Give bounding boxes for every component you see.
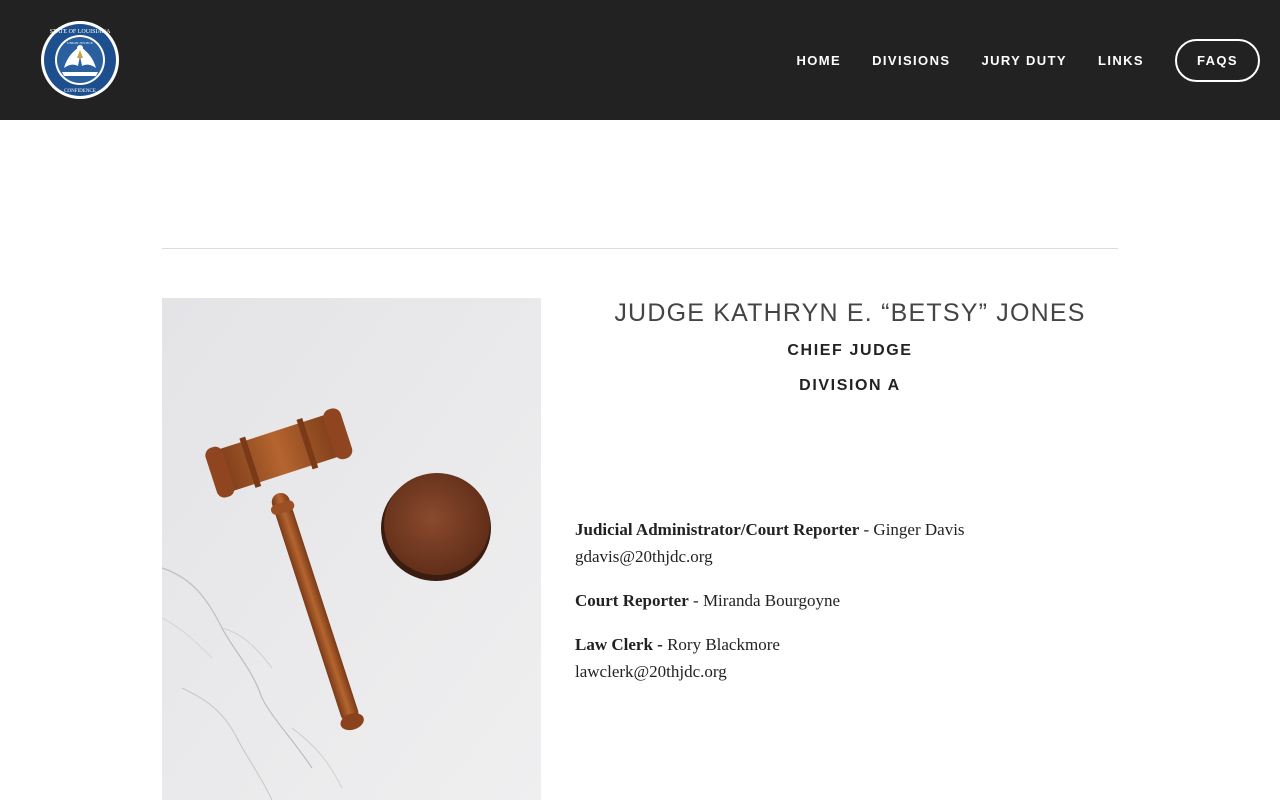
site-header: STATE OF LOUISIANA UNION JUSTICE CONFIDE… [0, 0, 1280, 120]
staff-role: Judicial Administrator/Court Reporter [575, 520, 860, 539]
staff-role: Court Reporter [575, 591, 689, 610]
seal-top-text: STATE OF LOUISIANA [50, 29, 112, 35]
staff-entry-court-reporter: Court Reporter - Miranda Bourgoyne [575, 587, 1115, 614]
staff-entry-judicial-administrator: Judicial Administrator/Court Reporter - … [575, 516, 1115, 570]
faqs-button[interactable]: FAQS [1175, 39, 1260, 82]
judge-name: JUDGE KATHRYN E. “BETSY” JONES [614, 299, 1086, 327]
judge-title: CHIEF JUDGE [787, 342, 913, 359]
gavel-photo [162, 298, 541, 800]
nav-link-home[interactable]: HOME [796, 53, 841, 68]
judge-info: JUDGE KATHRYN E. “BETSY” JONES CHIEF JUD… [575, 298, 1125, 395]
main-navigation: HOME DIVISIONS JURY DUTY LINKS FAQS [796, 39, 1260, 82]
faqs-button-label: FAQS [1197, 53, 1238, 68]
staff-separator: - [859, 520, 874, 539]
nav-link-jury-duty[interactable]: JURY DUTY [981, 53, 1067, 68]
staff-email[interactable]: lawclerk@20thjdc.org [575, 662, 727, 681]
staff-email[interactable]: gdavis@20thjdc.org [575, 547, 713, 566]
section-divider [162, 248, 1118, 249]
seal-inner-text: UNION JUSTICE [67, 41, 93, 45]
judge-division: DIVISION A [799, 377, 901, 394]
staff-name: Miranda Bourgoyne [702, 591, 841, 610]
staff-name: Rory Blackmore [667, 635, 780, 654]
staff-list: Judicial Administrator/Court Reporter - … [575, 516, 1115, 702]
nav-link-divisions[interactable]: DIVISIONS [872, 53, 950, 68]
staff-role: Law Clerk - [575, 635, 663, 654]
seal-bottom-text: CONFIDENCE [64, 89, 96, 94]
staff-separator: - [688, 591, 703, 610]
staff-entry-law-clerk: Law Clerk - Rory Blackmore lawclerk@20th… [575, 631, 1115, 685]
nav-link-links[interactable]: LINKS [1098, 53, 1144, 68]
louisiana-state-seal-icon[interactable]: STATE OF LOUISIANA UNION JUSTICE CONFIDE… [40, 20, 120, 100]
staff-name: Ginger Davis [873, 520, 965, 539]
seal-graphic: STATE OF LOUISIANA UNION JUSTICE CONFIDE… [41, 21, 119, 99]
